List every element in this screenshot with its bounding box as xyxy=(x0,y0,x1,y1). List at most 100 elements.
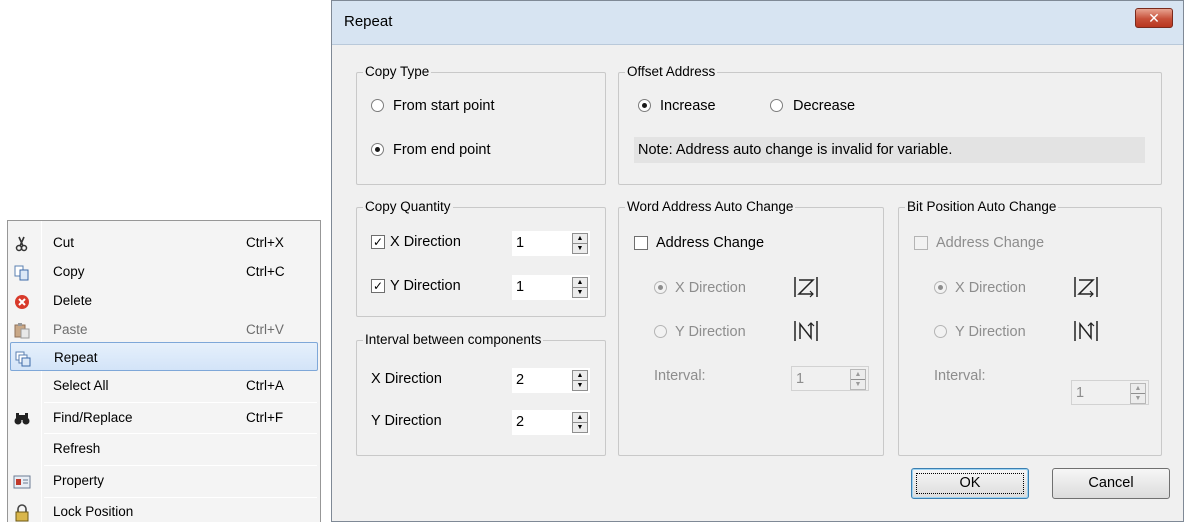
from-start-radio[interactable] xyxy=(371,99,384,112)
increase-radio[interactable] xyxy=(638,99,651,112)
arrow-up-icon[interactable]: ▲ xyxy=(1131,384,1145,394)
menu-item-copy[interactable]: Copy Ctrl+C xyxy=(10,257,318,286)
stepper-value: 1 xyxy=(796,371,805,387)
stepper-arrows[interactable]: ▲ ▼ xyxy=(572,370,588,391)
bit-y-direction-radio[interactable] xyxy=(934,325,947,338)
stepper-arrows[interactable]: ▲ ▼ xyxy=(572,277,588,298)
focus-rect xyxy=(916,473,1024,494)
arrow-down-icon[interactable]: ▼ xyxy=(573,423,587,433)
stepper-arrows[interactable]: ▲ ▼ xyxy=(572,233,588,254)
bit-x-direction-label: X Direction xyxy=(955,280,1026,296)
word-x-direction-label: X Direction xyxy=(675,280,746,296)
stepper-value: 1 xyxy=(1076,385,1085,401)
interval-x-stepper[interactable]: 2 ▲ ▼ xyxy=(512,368,590,393)
word-interval-stepper[interactable]: 1 ▲ ▼ xyxy=(791,366,869,391)
bit-interval-stepper[interactable]: 1 ▲ ▼ xyxy=(1071,380,1149,405)
menu-item-shortcut: Ctrl+A xyxy=(246,378,284,393)
menu-item-label: Repeat xyxy=(54,350,98,365)
stepper-value: 2 xyxy=(516,372,525,388)
menu-item-cut[interactable]: Cut Ctrl+X xyxy=(10,228,318,257)
word-y-direction-radio[interactable] xyxy=(654,325,667,338)
from-start-label: From start point xyxy=(393,98,495,114)
delete-icon xyxy=(13,292,31,310)
word-address-group: Word Address Auto Change Address Change … xyxy=(618,199,884,456)
arrow-up-icon[interactable]: ▲ xyxy=(851,370,865,380)
interval-x-label: X Direction xyxy=(371,371,442,387)
menu-item-find-replace[interactable]: Find/Replace Ctrl+F xyxy=(10,403,318,432)
arrow-down-icon[interactable]: ▼ xyxy=(851,380,865,390)
stepper-value: 1 xyxy=(516,279,525,295)
interval-y-stepper[interactable]: 2 ▲ ▼ xyxy=(512,410,590,435)
bit-interval-label: Interval: xyxy=(934,368,986,384)
y-direction-checkbox[interactable]: ✓ xyxy=(371,279,385,293)
y-quantity-stepper[interactable]: 1 ▲ ▼ xyxy=(512,275,590,300)
z-order-icon xyxy=(793,276,819,298)
stepper-arrows[interactable]: ▲ ▼ xyxy=(1130,383,1146,404)
x-direction-label: X Direction xyxy=(390,234,461,250)
binoculars-icon xyxy=(13,409,31,427)
z-order-icon xyxy=(1073,276,1099,298)
arrow-down-icon[interactable]: ▼ xyxy=(573,244,587,254)
offset-note: Note: Address auto change is invalid for… xyxy=(634,137,1145,163)
arrow-up-icon[interactable]: ▲ xyxy=(573,413,587,423)
offset-address-group: Offset Address Increase Decrease Note: A… xyxy=(618,64,1162,185)
property-icon xyxy=(13,472,31,490)
arrow-up-icon[interactable]: ▲ xyxy=(573,234,587,244)
arrow-up-icon[interactable]: ▲ xyxy=(573,278,587,288)
increase-label: Increase xyxy=(660,98,716,114)
group-legend: Copy Quantity xyxy=(363,199,453,215)
dialog-client: Copy Type From start point From end poin… xyxy=(342,45,1173,511)
arrow-down-icon[interactable]: ▼ xyxy=(1131,394,1145,404)
menu-item-shortcut: Ctrl+C xyxy=(246,264,285,279)
cancel-button[interactable]: Cancel xyxy=(1052,468,1170,499)
menu-item-paste[interactable]: Paste Ctrl+V xyxy=(10,315,318,344)
arrow-down-icon[interactable]: ▼ xyxy=(573,381,587,391)
word-interval-label: Interval: xyxy=(654,368,706,384)
repeat-icon xyxy=(14,349,32,367)
n-order-icon xyxy=(793,320,819,342)
decrease-radio[interactable] xyxy=(770,99,783,112)
word-address-change-checkbox[interactable] xyxy=(634,236,648,250)
group-legend: Interval between components xyxy=(363,332,544,348)
stepper-value: 1 xyxy=(516,235,525,251)
menu-item-refresh[interactable]: Refresh xyxy=(10,434,318,463)
x-direction-checkbox[interactable]: ✓ xyxy=(371,235,385,249)
close-button[interactable]: ✕ xyxy=(1135,8,1173,28)
copy-icon xyxy=(13,263,31,281)
stepper-arrows[interactable]: ▲ ▼ xyxy=(850,369,866,390)
y-direction-label: Y Direction xyxy=(390,278,461,294)
cancel-label: Cancel xyxy=(1088,475,1134,491)
group-legend: Offset Address xyxy=(625,64,718,80)
paste-icon xyxy=(13,321,31,339)
repeat-dialog: Repeat ✕ Copy Type From start point From… xyxy=(331,0,1184,522)
interval-group: Interval between components X Direction … xyxy=(356,332,606,456)
interval-y-label: Y Direction xyxy=(371,413,442,429)
stepper-arrows[interactable]: ▲ ▼ xyxy=(572,412,588,433)
copy-quantity-group: Copy Quantity ✓ X Direction 1 ▲ ▼ ✓ Y Dir… xyxy=(356,199,606,317)
n-order-icon xyxy=(1073,320,1099,342)
menu-item-repeat[interactable]: Repeat xyxy=(10,342,318,371)
lock-icon xyxy=(13,503,31,522)
decrease-label: Decrease xyxy=(793,98,856,114)
ok-button[interactable]: OK xyxy=(911,468,1029,499)
menu-item-label: Cut xyxy=(53,235,75,250)
arrow-up-icon[interactable]: ▲ xyxy=(573,371,587,381)
menu-item-shortcut: Ctrl+X xyxy=(246,235,284,250)
dialog-title: Repeat xyxy=(344,13,393,30)
menu-item-select-all[interactable]: Select All Ctrl+A xyxy=(10,371,318,400)
bit-x-direction-radio[interactable] xyxy=(934,281,947,294)
menu-item-label: Paste xyxy=(53,322,88,337)
menu-item-delete[interactable]: Delete xyxy=(10,286,318,315)
group-legend: Bit Position Auto Change xyxy=(905,199,1059,215)
word-x-direction-radio[interactable] xyxy=(654,281,667,294)
menu-item-property[interactable]: Property xyxy=(10,466,318,495)
menu-item-label: Select All xyxy=(53,378,109,393)
context-menu: Cut Ctrl+X Copy Ctrl+C Delete Paste Ctrl… xyxy=(7,220,321,522)
from-end-radio[interactable] xyxy=(371,143,384,156)
close-icon: ✕ xyxy=(1148,10,1160,26)
menu-item-shortcut: Ctrl+V xyxy=(246,322,284,337)
x-quantity-stepper[interactable]: 1 ▲ ▼ xyxy=(512,231,590,256)
stepper-value: 2 xyxy=(516,414,525,430)
bit-address-change-checkbox[interactable] xyxy=(914,236,928,250)
arrow-down-icon[interactable]: ▼ xyxy=(573,288,587,298)
